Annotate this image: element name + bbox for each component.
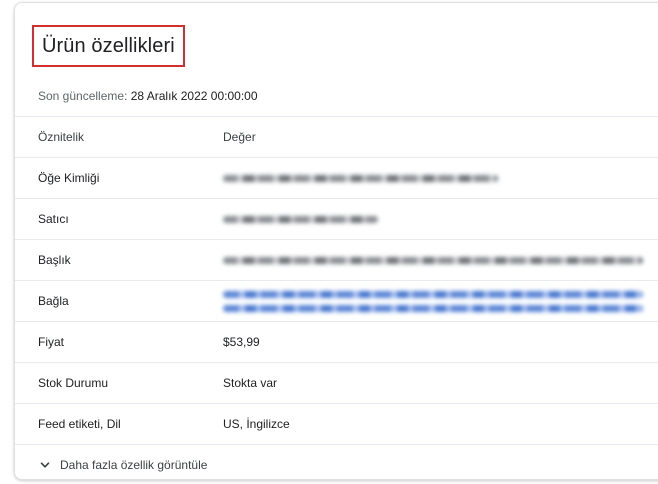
redacted-title [223, 256, 643, 264]
row-attribute: Fiyat [38, 335, 65, 349]
row-value-link-redacted[interactable] [223, 281, 658, 321]
table-row: Feed etiketi, Dil US, İngilizce [15, 403, 658, 444]
row-value: Stokta var [223, 376, 278, 390]
show-more-label: Daha fazla özellik görüntüle [60, 458, 208, 472]
last-updated-label: Son güncelleme: [38, 89, 128, 103]
redacted-link-line-1[interactable] [223, 290, 643, 298]
last-updated-value: 28 Aralık 2022 00:00:00 [130, 89, 258, 103]
show-more-attributes-button[interactable]: Daha fazla özellik görüntüle [15, 444, 658, 479]
row-value-redacted [223, 199, 658, 239]
chevron-down-icon [40, 460, 50, 470]
redacted-item-id [223, 174, 498, 182]
row-value: US, İngilizce [223, 417, 290, 431]
row-attribute: Satıcı [38, 212, 69, 226]
table-header-row: Öznitelik Değer [15, 116, 658, 157]
row-attribute: Feed etiketi, Dil [38, 417, 121, 431]
redacted-seller [223, 215, 378, 223]
table-row: Bağla [15, 280, 658, 321]
table-row: Fiyat $53,99 [15, 321, 658, 362]
row-value-redacted [223, 240, 658, 280]
table-row: Öğe Kimliği [15, 157, 658, 198]
row-value-redacted [223, 158, 658, 198]
attributes-table: Öznitelik Değer Öğe Kimliği Satıcı Başlı… [15, 116, 658, 479]
redacted-link-line-2[interactable] [223, 304, 643, 312]
header-value: Değer [223, 130, 256, 144]
row-attribute: Öğe Kimliği [38, 171, 100, 185]
last-updated: Son güncelleme: 28 Aralık 2022 00:00:00 [38, 89, 258, 103]
row-value: $53,99 [223, 335, 260, 349]
table-row: Başlık [15, 239, 658, 280]
table-row: Stok Durumu Stokta var [15, 362, 658, 403]
table-row: Satıcı [15, 198, 658, 239]
row-attribute: Bağla [38, 294, 69, 308]
header-attribute: Öznitelik [38, 130, 85, 144]
row-attribute: Stok Durumu [38, 376, 109, 390]
row-attribute: Başlık [38, 253, 71, 267]
title-highlight-box: Ürün özellikleri [32, 25, 185, 67]
product-attributes-card: Ürün özellikleri Son güncelleme: 28 Aral… [14, 2, 658, 480]
panel-title: Ürün özellikleri [42, 34, 175, 57]
